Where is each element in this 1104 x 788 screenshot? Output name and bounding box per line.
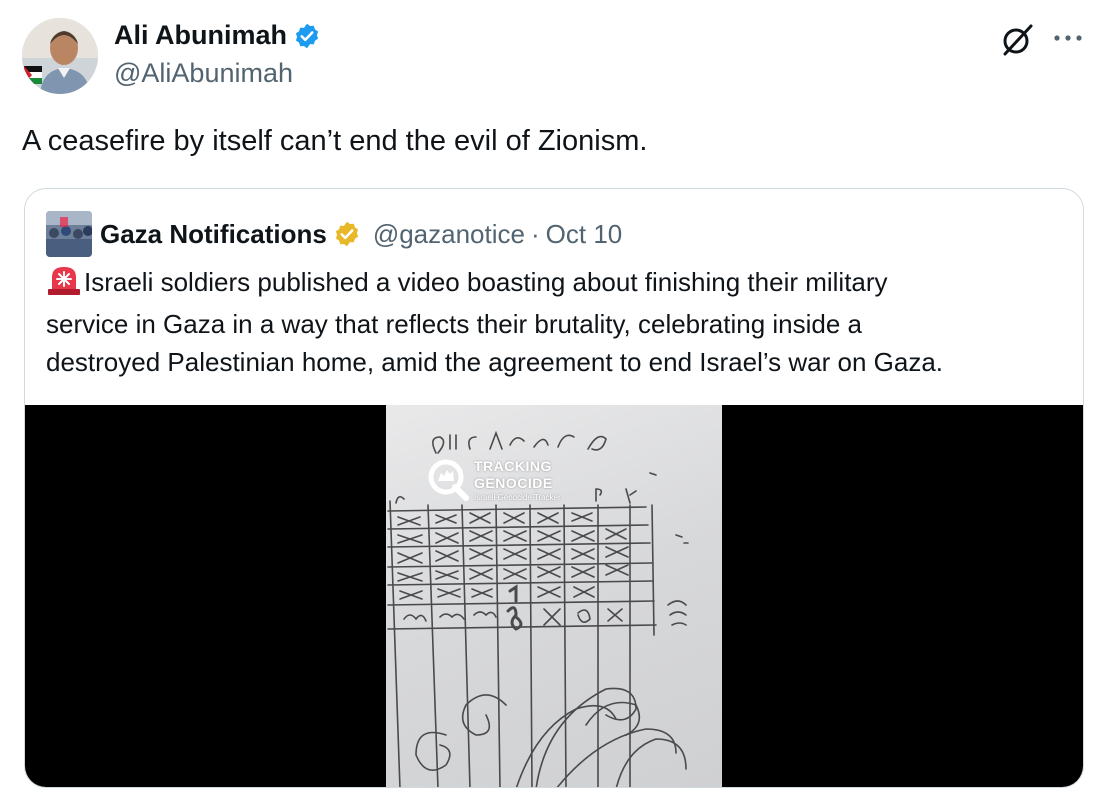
gold-verified-badge-icon	[333, 220, 361, 248]
tweet-text: A ceasefire by itself can’t end the evil…	[22, 125, 648, 157]
quoted-tweet-video[interactable]: TRACKING GENOCIDE Israeli Genocide Track…	[25, 405, 1083, 787]
tracking-genocide-logo-icon	[426, 457, 470, 506]
rotating-light-siren-icon	[46, 265, 82, 305]
verified-badge-icon	[293, 22, 321, 50]
quoted-text-line-1: Israeli soldiers published a video boast…	[84, 267, 888, 297]
author-handle[interactable]: @AliAbunimah	[114, 58, 293, 89]
video-frame: TRACKING GENOCIDE Israeli Genocide Track…	[386, 405, 722, 787]
watermark-line2: GENOCIDE	[474, 475, 553, 491]
author-name-row[interactable]: Ali Abunimah	[114, 20, 321, 51]
quoted-author-avatar[interactable]	[46, 211, 92, 257]
quoted-tweet-date[interactable]: Oct 10	[546, 219, 623, 250]
author-name[interactable]: Ali Abunimah	[114, 20, 287, 51]
watermark-subtitle: Israeli Genocide Tracker	[474, 493, 561, 502]
watermark-line1: TRACKING	[474, 458, 552, 474]
quoted-author-handle[interactable]: @gazanotice	[373, 219, 525, 250]
quoted-tweet-header: Gaza Notifications @gazanotice · Oct 10	[46, 211, 622, 257]
header-separator: ·	[530, 218, 540, 249]
author-avatar[interactable]	[22, 18, 98, 94]
grok-icon[interactable]	[999, 22, 1035, 58]
quoted-author-name[interactable]: Gaza Notifications	[100, 219, 327, 250]
quoted-text-line-3: destroyed Palestinian home, amid the agr…	[46, 347, 944, 377]
more-horizontal-icon[interactable]	[1051, 24, 1085, 52]
quoted-text-line-2: service in Gaza in a way that reflects t…	[46, 309, 863, 339]
quoted-text-line: Israeli soldiers published a video boast…	[46, 263, 1056, 305]
quoted-tweet-text: Israeli soldiers published a video boast…	[46, 263, 1056, 381]
quoted-tweet-card[interactable]: Gaza Notifications @gazanotice · Oct 10 …	[24, 188, 1084, 788]
